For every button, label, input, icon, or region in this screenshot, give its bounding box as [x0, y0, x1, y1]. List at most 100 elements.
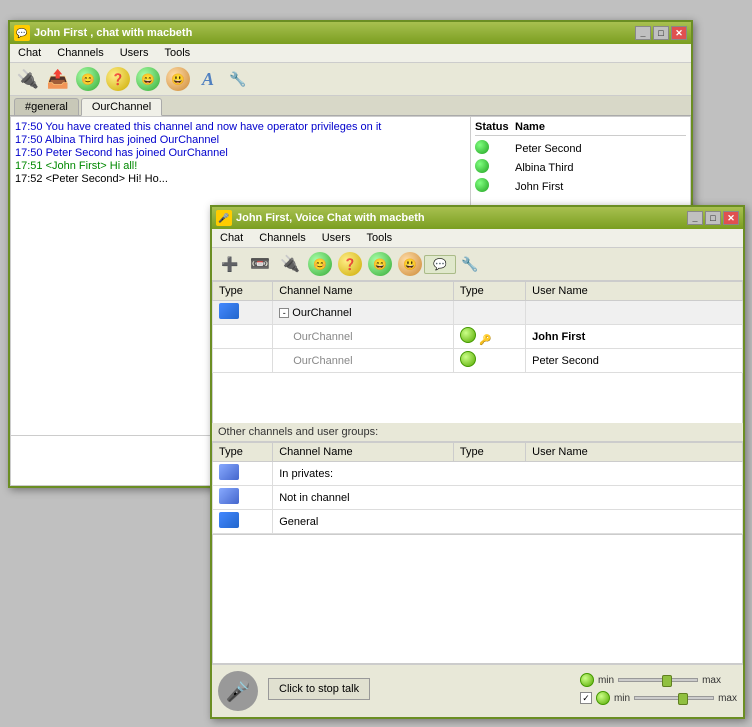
status-dot-albina	[475, 159, 489, 173]
voice-menu-tools[interactable]: Tools	[362, 231, 396, 245]
general-channel-icon	[219, 512, 239, 528]
msg-4: 17:51 <John First> Hi all!	[15, 160, 466, 172]
status-dot-john	[475, 178, 489, 192]
other-text-1: In privates:	[273, 462, 743, 486]
vc-add-button[interactable]: ➕	[216, 250, 244, 278]
other-row-2: Not in channel	[213, 486, 743, 510]
slider-2[interactable]	[634, 696, 714, 700]
voice-minimize-button[interactable]: _	[687, 211, 703, 225]
tab-general[interactable]: #general	[14, 98, 79, 115]
channel-type-2	[453, 301, 525, 325]
other-channels-table: Type Channel Name Type User Name In priv…	[212, 442, 743, 534]
other-row-1: In privates:	[213, 462, 743, 486]
slider1-max-label: max	[702, 675, 721, 686]
user-item-albina: Albina Third	[475, 159, 686, 176]
voice-chat-window: 🎤 John First, Voice Chat with macbeth _ …	[210, 205, 745, 719]
user-button[interactable]: 😄	[134, 65, 162, 93]
voice-close-button[interactable]: ✕	[723, 211, 739, 225]
vc-chat-button[interactable]: 💬	[426, 250, 454, 278]
john-status-icon: 🔑	[453, 325, 525, 349]
main-window-icon: 💬	[14, 25, 30, 41]
voice-menu-chat[interactable]: Chat	[216, 231, 247, 245]
user2-icon: 😃	[166, 67, 190, 91]
col-channel-name: Channel Name	[273, 282, 454, 301]
channel-name-text: OurChannel	[292, 307, 351, 319]
user-name-john: John First	[515, 181, 686, 193]
john-username: John First	[526, 325, 743, 349]
john-smiley	[460, 327, 476, 343]
connect-button[interactable]: 🔌	[14, 65, 42, 93]
col-type-2: Type	[453, 282, 525, 301]
stop-talk-area: Click to stop talk	[268, 678, 570, 704]
channel-row-ourchannel: - OurChannel	[213, 301, 743, 325]
voice-maximize-button[interactable]: □	[705, 211, 721, 225]
slider-thumb-2[interactable]	[678, 693, 688, 705]
vc-connect-button[interactable]: 🔌	[276, 250, 304, 278]
john-channel-cell: OurChannel	[273, 325, 454, 349]
tab-bar: #general OurChannel	[10, 96, 691, 116]
vc-user2-button[interactable]: 😃	[396, 250, 424, 278]
user-item-peter: Peter Second	[475, 140, 686, 157]
menu-users[interactable]: Users	[116, 46, 153, 60]
peter-username: Peter Second	[526, 349, 743, 373]
vc-help-icon: ❓	[338, 252, 362, 276]
user-name-albina: Albina Third	[515, 162, 686, 174]
smiley-button[interactable]: 😊	[74, 65, 102, 93]
microphone-icon: 🎤	[218, 671, 258, 711]
menu-chat[interactable]: Chat	[14, 46, 45, 60]
channel-folder-icon	[219, 303, 239, 319]
other-col-type-2: Type	[453, 443, 525, 462]
vc-wrench-icon: 🔧	[461, 256, 478, 273]
vc-empty-chat-area	[212, 534, 743, 664]
status-dot-peter	[475, 140, 489, 154]
expand-icon[interactable]: -	[279, 308, 289, 318]
user-name-peter: Peter Second	[515, 143, 686, 155]
menu-channels[interactable]: Channels	[53, 46, 107, 60]
vc-user-button[interactable]: 😄	[366, 250, 394, 278]
slider-1[interactable]	[618, 678, 698, 682]
checkbox-1[interactable]: ✓	[580, 692, 592, 704]
voice-menu-users[interactable]: Users	[318, 231, 355, 245]
channel-table: Type Channel Name Type User Name - OurCh…	[212, 281, 743, 373]
vc-user-icon: 😄	[368, 252, 392, 276]
other-col-channel: Channel Name	[273, 443, 454, 462]
col-type-1: Type	[213, 282, 273, 301]
help-button[interactable]: ❓	[104, 65, 132, 93]
minimize-button[interactable]: _	[635, 26, 651, 40]
user-icon: 😄	[136, 67, 160, 91]
volume-icon-1	[580, 673, 594, 687]
col-user-name: User Name	[526, 282, 743, 301]
vc-user2-icon: 😃	[398, 252, 422, 276]
tab-ourchannel[interactable]: OurChannel	[81, 98, 162, 116]
other-icon-2	[213, 486, 273, 510]
maximize-button[interactable]: □	[653, 26, 669, 40]
vc-settings-button[interactable]: 🔧	[456, 250, 484, 278]
vc-smiley-button[interactable]: 😊	[306, 250, 334, 278]
vc-help-button[interactable]: ❓	[336, 250, 364, 278]
smiley-icon: 😊	[76, 67, 100, 91]
user-row-john: OurChannel 🔑 John First	[213, 325, 743, 349]
other-col-user: User Name	[526, 443, 743, 462]
voice-menu-channels[interactable]: Channels	[255, 231, 309, 245]
disconnect-button[interactable]: 📤	[44, 65, 72, 93]
main-title-bar: 💬 John First , chat with macbeth _ □ ✕	[10, 22, 691, 44]
settings-button[interactable]: 🔧	[224, 65, 252, 93]
stop-talk-button[interactable]: Click to stop talk	[268, 678, 370, 700]
msg-5: 17:52 <Peter Second> Hi! Ho...	[15, 173, 466, 185]
other-col-type-1: Type	[213, 443, 273, 462]
close-button[interactable]: ✕	[671, 26, 687, 40]
peter-status-icon	[453, 349, 525, 373]
font-button[interactable]: A	[194, 65, 222, 93]
other-icon-1	[213, 462, 273, 486]
vc-record-button[interactable]: 📼	[246, 250, 274, 278]
peter-type-icon	[213, 349, 273, 373]
user2-button[interactable]: 😃	[164, 65, 192, 93]
msg-2: 17:50 Albina Third has joined OurChannel	[15, 134, 466, 146]
peter-channel-cell: OurChannel	[273, 349, 454, 373]
menu-tools[interactable]: Tools	[160, 46, 194, 60]
msg-1: 17:50 You have created this channel and …	[15, 121, 466, 133]
slider-thumb-1[interactable]	[662, 675, 672, 687]
not-in-channel-icon	[219, 488, 239, 504]
font-icon: A	[202, 69, 214, 90]
main-menu-bar: Chat Channels Users Tools	[10, 44, 691, 63]
